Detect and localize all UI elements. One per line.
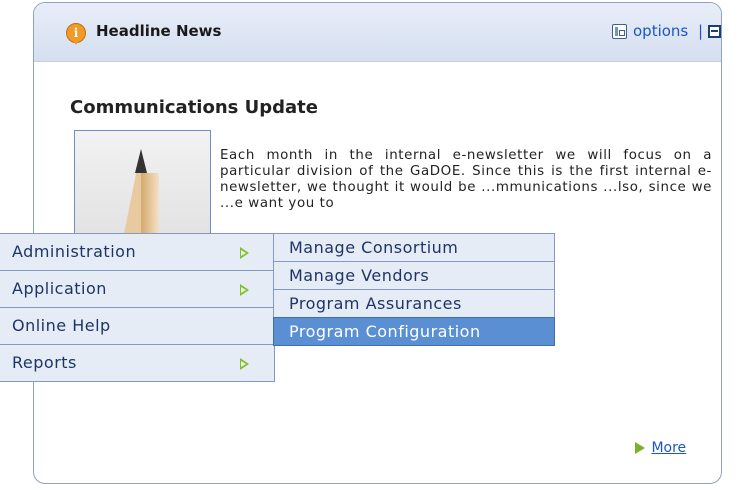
submenu-item-label: Manage Consortium: [289, 238, 459, 257]
options-link[interactable]: options: [633, 22, 688, 40]
pencil-tip: [135, 149, 147, 173]
news-headline: Communications Update: [70, 97, 318, 118]
menu-item-label: Administration: [12, 242, 137, 261]
submenu-item-program-assurances[interactable]: Program Assurances: [273, 289, 555, 318]
menu-item-application[interactable]: Application: [0, 270, 275, 308]
options-icon[interactable]: [612, 24, 627, 39]
portlet-header: i Headline News options |: [34, 3, 721, 62]
menu-item-administration[interactable]: Administration: [0, 233, 275, 271]
menu-item-label: Online Help: [12, 316, 111, 335]
submenu-item-manage-vendors[interactable]: Manage Vendors: [273, 261, 555, 290]
portlet-title: Headline News: [96, 22, 222, 40]
news-body-text: Each month in the internal e-newsletter …: [220, 148, 712, 211]
submenu-arrow-icon: [240, 358, 249, 370]
submenu-arrow-icon: [240, 247, 249, 259]
submenu-item-program-configuration[interactable]: Program Configuration: [273, 317, 555, 346]
more-link[interactable]: More: [651, 440, 686, 456]
administration-submenu: Manage Consortium Manage Vendors Program…: [273, 233, 555, 346]
menu-item-reports[interactable]: Reports: [0, 344, 275, 382]
main-menu: Administration Application Online Help R…: [0, 233, 275, 382]
separator: |: [698, 22, 704, 40]
menu-item-label: Reports: [12, 353, 77, 372]
more-container: More: [635, 440, 686, 456]
submenu-arrow-icon: [240, 284, 249, 296]
submenu-item-label: Program Configuration: [289, 322, 481, 341]
submenu-item-label: Manage Vendors: [289, 266, 430, 285]
collapse-icon[interactable]: [708, 25, 721, 38]
menu-item-label: Application: [12, 279, 107, 298]
submenu-item-label: Program Assurances: [289, 294, 462, 313]
info-bubble-icon: i: [66, 23, 86, 45]
submenu-item-manage-consortium[interactable]: Manage Consortium: [273, 233, 555, 262]
arrow-right-icon: [635, 442, 645, 454]
menu-item-online-help[interactable]: Online Help: [0, 307, 275, 345]
